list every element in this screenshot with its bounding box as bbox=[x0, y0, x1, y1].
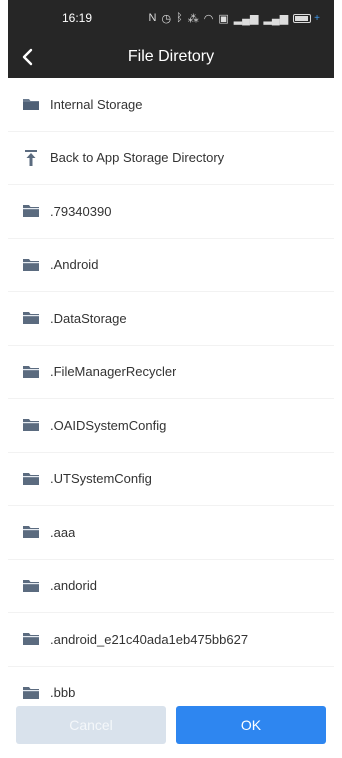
folder-icon bbox=[22, 256, 40, 274]
status-icons: N ◷ ᛒ ⁂ ◠ ▣ ▂▄▆ ▂▄▆ + bbox=[149, 12, 320, 25]
list-item-label: .Android bbox=[50, 257, 99, 273]
list-item-folder[interactable]: .android_e21c40ada1eb475bb627 bbox=[8, 613, 334, 667]
list-item-folder[interactable]: .andorid bbox=[8, 560, 334, 613]
upload-icon bbox=[22, 149, 40, 167]
back-button[interactable] bbox=[8, 36, 48, 78]
battery-icon bbox=[293, 13, 312, 23]
list-item-folder[interactable]: .UTSystemConfig bbox=[8, 453, 334, 506]
cancel-button[interactable]: Cancel bbox=[16, 706, 166, 744]
ok-button[interactable]: OK bbox=[176, 706, 326, 744]
wifi-icon: ◠ bbox=[203, 12, 214, 25]
list-item-folder[interactable]: .OAIDSystemConfig bbox=[8, 399, 334, 453]
folder-icon bbox=[22, 363, 40, 381]
list-item-label: .android_e21c40ada1eb475bb627 bbox=[50, 631, 249, 647]
list-item-folder[interactable]: .79340390 bbox=[8, 185, 334, 239]
chevron-left-icon bbox=[22, 48, 33, 66]
charging-icon: + bbox=[314, 12, 320, 24]
page-title: File Diretory bbox=[127, 48, 215, 65]
list-item-label: Internal Storage bbox=[50, 96, 143, 112]
signal-icon: ▂▄▆ bbox=[233, 12, 259, 25]
alarm-icon: ◷ bbox=[161, 12, 172, 25]
vibrate-icon: ⁂ bbox=[187, 12, 199, 25]
file-directory-screen: 16:19 N ◷ ᛒ ⁂ ◠ ▣ ▂▄▆ ▂▄▆ + File Diretor… bbox=[8, 0, 334, 758]
list-item-folder[interactable]: .DataStorage bbox=[8, 292, 334, 346]
list-item-folder[interactable]: .aaa bbox=[8, 506, 334, 560]
signal-icon: ▂▄▆ bbox=[263, 12, 289, 25]
list-item-label: .DataStorage bbox=[50, 310, 127, 326]
folder-icon bbox=[22, 523, 40, 541]
title-bar: File Diretory bbox=[8, 36, 334, 78]
list-item-label: .UTSystemConfig bbox=[50, 471, 152, 487]
nfc-icon: N bbox=[148, 12, 157, 24]
list-item-label: Back to App Storage Directory bbox=[50, 150, 225, 166]
list-item-label: .OAIDSystemConfig bbox=[50, 417, 167, 433]
list-item-label: .andorid bbox=[50, 578, 97, 594]
list-item-back-to-app-storage[interactable]: Back to App Storage Directory bbox=[8, 132, 334, 185]
folder-icon bbox=[22, 684, 40, 702]
folder-icon bbox=[22, 470, 40, 488]
status-time: 16:19 bbox=[62, 11, 93, 25]
hd-icon: ▣ bbox=[218, 12, 229, 25]
bluetooth-icon: ᛒ bbox=[176, 12, 183, 24]
list-item-internal-storage[interactable]: Internal Storage bbox=[8, 78, 334, 132]
list-item-label: .79340390 bbox=[50, 203, 112, 219]
directory-list[interactable]: Internal Storage Back to App Storage Dir… bbox=[8, 78, 334, 702]
dialog-footer: Cancel OK bbox=[8, 702, 334, 758]
folder-icon bbox=[22, 309, 40, 327]
list-item-label: .bbb bbox=[50, 685, 76, 701]
list-item-folder[interactable]: .FileManagerRecycler bbox=[8, 346, 334, 399]
folder-icon bbox=[22, 202, 40, 220]
list-item-label: .aaa bbox=[50, 524, 76, 540]
folder-open-icon bbox=[22, 95, 40, 113]
list-item-folder[interactable]: .Android bbox=[8, 239, 334, 292]
list-item-folder[interactable]: .bbb bbox=[8, 667, 334, 703]
status-bar: 16:19 N ◷ ᛒ ⁂ ◠ ▣ ▂▄▆ ▂▄▆ + bbox=[8, 0, 334, 36]
folder-icon bbox=[22, 577, 40, 595]
list-item-label: .FileManagerRecycler bbox=[50, 364, 177, 380]
folder-icon bbox=[22, 630, 40, 648]
folder-icon bbox=[22, 416, 40, 434]
